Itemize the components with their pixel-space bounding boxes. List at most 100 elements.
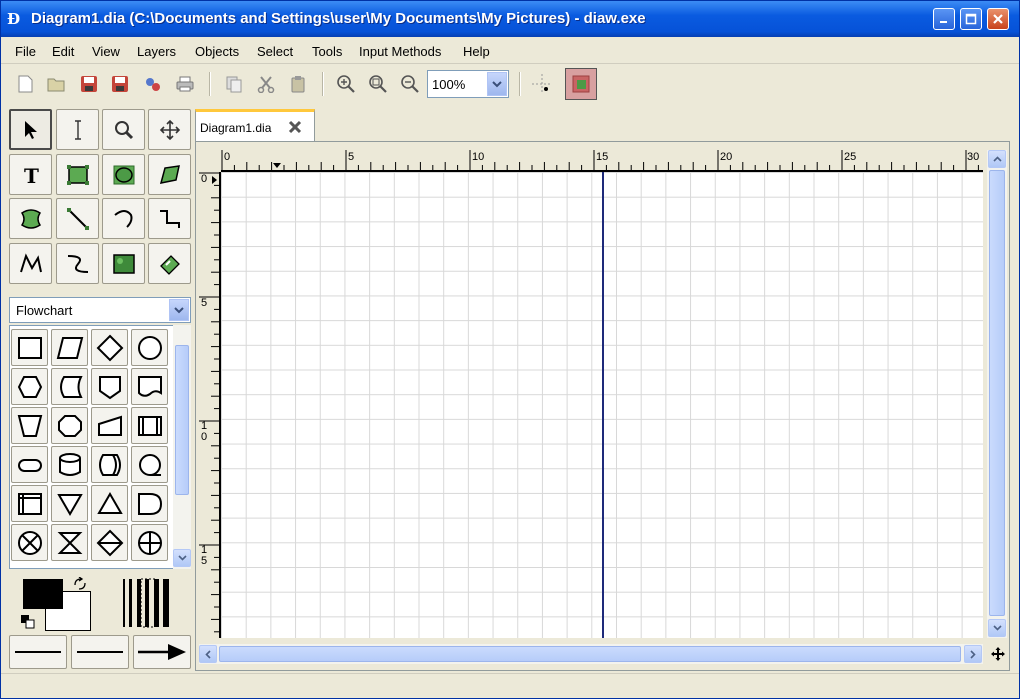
zigzag-tool[interactable] <box>148 198 191 239</box>
text-edit-tool[interactable] <box>56 109 99 150</box>
connector-shape-icon <box>137 335 162 360</box>
shape-connector[interactable] <box>131 329 168 366</box>
close-tab-icon[interactable] <box>288 120 302 134</box>
shape-stored-data[interactable] <box>51 368 88 405</box>
image-icon <box>112 253 135 274</box>
sheet-selector[interactable]: Flowchart <box>9 297 191 323</box>
line-width-selector[interactable] <box>121 577 175 629</box>
zoom-combo[interactable]: 100% <box>427 70 509 98</box>
shape-terminal[interactable] <box>11 446 48 483</box>
shape-preparation[interactable] <box>11 368 48 405</box>
shape-internal-storage[interactable] <box>11 485 48 522</box>
shape-decision[interactable] <box>91 329 128 366</box>
shapes-scrollbar[interactable] <box>173 325 191 569</box>
default-colors-icon[interactable] <box>21 615 35 629</box>
outline-tool[interactable] <box>148 243 191 284</box>
close-button[interactable] <box>987 8 1009 30</box>
shape-extract[interactable] <box>91 485 128 522</box>
save-button[interactable] <box>78 73 100 95</box>
maximize-button[interactable] <box>960 8 982 30</box>
shape-summing-junction[interactable] <box>11 524 48 561</box>
scroll-right-button[interactable] <box>964 645 982 663</box>
snap-object-button[interactable] <box>565 68 597 100</box>
shape-data[interactable] <box>51 329 88 366</box>
ellipse-tool[interactable] <box>102 154 145 195</box>
vertical-scroll-thumb[interactable] <box>989 170 1005 616</box>
menu-tools[interactable]: Tools <box>312 44 342 59</box>
print-button[interactable] <box>174 73 196 95</box>
menu-help[interactable]: Help <box>463 44 490 59</box>
shape-manual-input[interactable] <box>91 407 128 444</box>
scroll-down-button[interactable] <box>988 619 1006 637</box>
magnify-tool[interactable] <box>102 109 145 150</box>
zoom-out-button[interactable] <box>399 73 421 95</box>
shape-sort[interactable] <box>91 524 128 561</box>
scroll-up-button[interactable] <box>988 150 1006 168</box>
shapes-scroll-down[interactable] <box>173 549 191 567</box>
menu-input-methods[interactable]: Input Methods <box>359 44 441 59</box>
shape-process[interactable] <box>11 329 48 366</box>
canvas-vertical-scrollbar[interactable] <box>987 150 1007 638</box>
zoom-fit-button[interactable] <box>367 73 389 95</box>
shape-collate[interactable] <box>51 524 88 561</box>
scroll-tool[interactable] <box>148 109 191 150</box>
pointer-tool[interactable] <box>9 109 52 150</box>
vruler-label-0: 0 <box>201 173 208 185</box>
line-tool[interactable] <box>56 198 99 239</box>
minimize-button[interactable] <box>933 8 955 30</box>
copy-button[interactable] <box>223 73 245 95</box>
image-tool[interactable] <box>102 243 145 284</box>
shape-manual-operation[interactable] <box>11 407 48 444</box>
menu-file[interactable]: File <box>15 44 36 59</box>
swap-colors-icon[interactable] <box>73 577 87 591</box>
cut-button[interactable] <box>255 73 277 95</box>
data-shape-icon <box>56 336 83 359</box>
menu-objects[interactable]: Objects <box>195 44 239 59</box>
text-tool[interactable]: T <box>9 154 52 195</box>
snap-grid-button[interactable] <box>531 73 553 95</box>
polygon-tool[interactable] <box>148 154 191 195</box>
canvas-horizontal-scrollbar[interactable] <box>199 644 983 664</box>
paste-button[interactable] <box>287 73 309 95</box>
zoom-dropdown-button[interactable] <box>487 72 507 96</box>
shape-or[interactable] <box>131 524 168 561</box>
navigation-button[interactable] <box>989 645 1007 663</box>
new-button[interactable] <box>14 73 36 95</box>
shape-document[interactable] <box>131 368 168 405</box>
shape-magnetic-disk[interactable] <box>51 446 88 483</box>
save-as-button[interactable] <box>109 73 131 95</box>
open-button[interactable] <box>45 73 67 95</box>
polyline-tool[interactable] <box>9 243 52 284</box>
sheet-dropdown-button[interactable] <box>169 299 189 321</box>
export-button[interactable] <box>142 73 164 95</box>
bezier-tool[interactable] <box>56 243 99 284</box>
shape-terminal-alt[interactable] <box>51 407 88 444</box>
shapes-scroll-thumb[interactable] <box>175 345 189 495</box>
line-style-button[interactable] <box>71 635 129 669</box>
shape-offpage[interactable] <box>91 368 128 405</box>
shape-predefined-process[interactable] <box>131 407 168 444</box>
box-tool[interactable] <box>56 154 99 195</box>
shape-sequential-access[interactable] <box>131 446 168 483</box>
shape-merge[interactable] <box>51 485 88 522</box>
menu-view[interactable]: View <box>92 44 120 59</box>
zoom-in-button[interactable] <box>335 73 357 95</box>
scroll-left-button[interactable] <box>199 645 217 663</box>
tab-diagram1[interactable]: Diagram1.dia <box>195 109 315 142</box>
menu-edit[interactable]: Edit <box>52 44 74 59</box>
diagram-canvas[interactable] <box>221 172 983 638</box>
arc-tool[interactable] <box>102 198 145 239</box>
start-arrow-button[interactable] <box>9 635 67 669</box>
end-arrow-button[interactable] <box>133 635 191 669</box>
shape-direct-access[interactable] <box>91 446 128 483</box>
menu-select[interactable]: Select <box>257 44 293 59</box>
beziergon-tool[interactable] <box>9 198 52 239</box>
shape-delay[interactable] <box>131 485 168 522</box>
color-selector[interactable] <box>21 577 91 631</box>
vertical-guide[interactable] <box>602 172 604 638</box>
menu-layers[interactable]: Layers <box>137 44 176 59</box>
zoom-value[interactable]: 100% <box>432 77 465 92</box>
foreground-color-swatch[interactable] <box>23 579 63 609</box>
horizontal-scroll-thumb[interactable] <box>219 646 961 662</box>
title-bar[interactable]: Ð Diagram1.dia (C:\Documents and Setting… <box>1 1 1019 37</box>
